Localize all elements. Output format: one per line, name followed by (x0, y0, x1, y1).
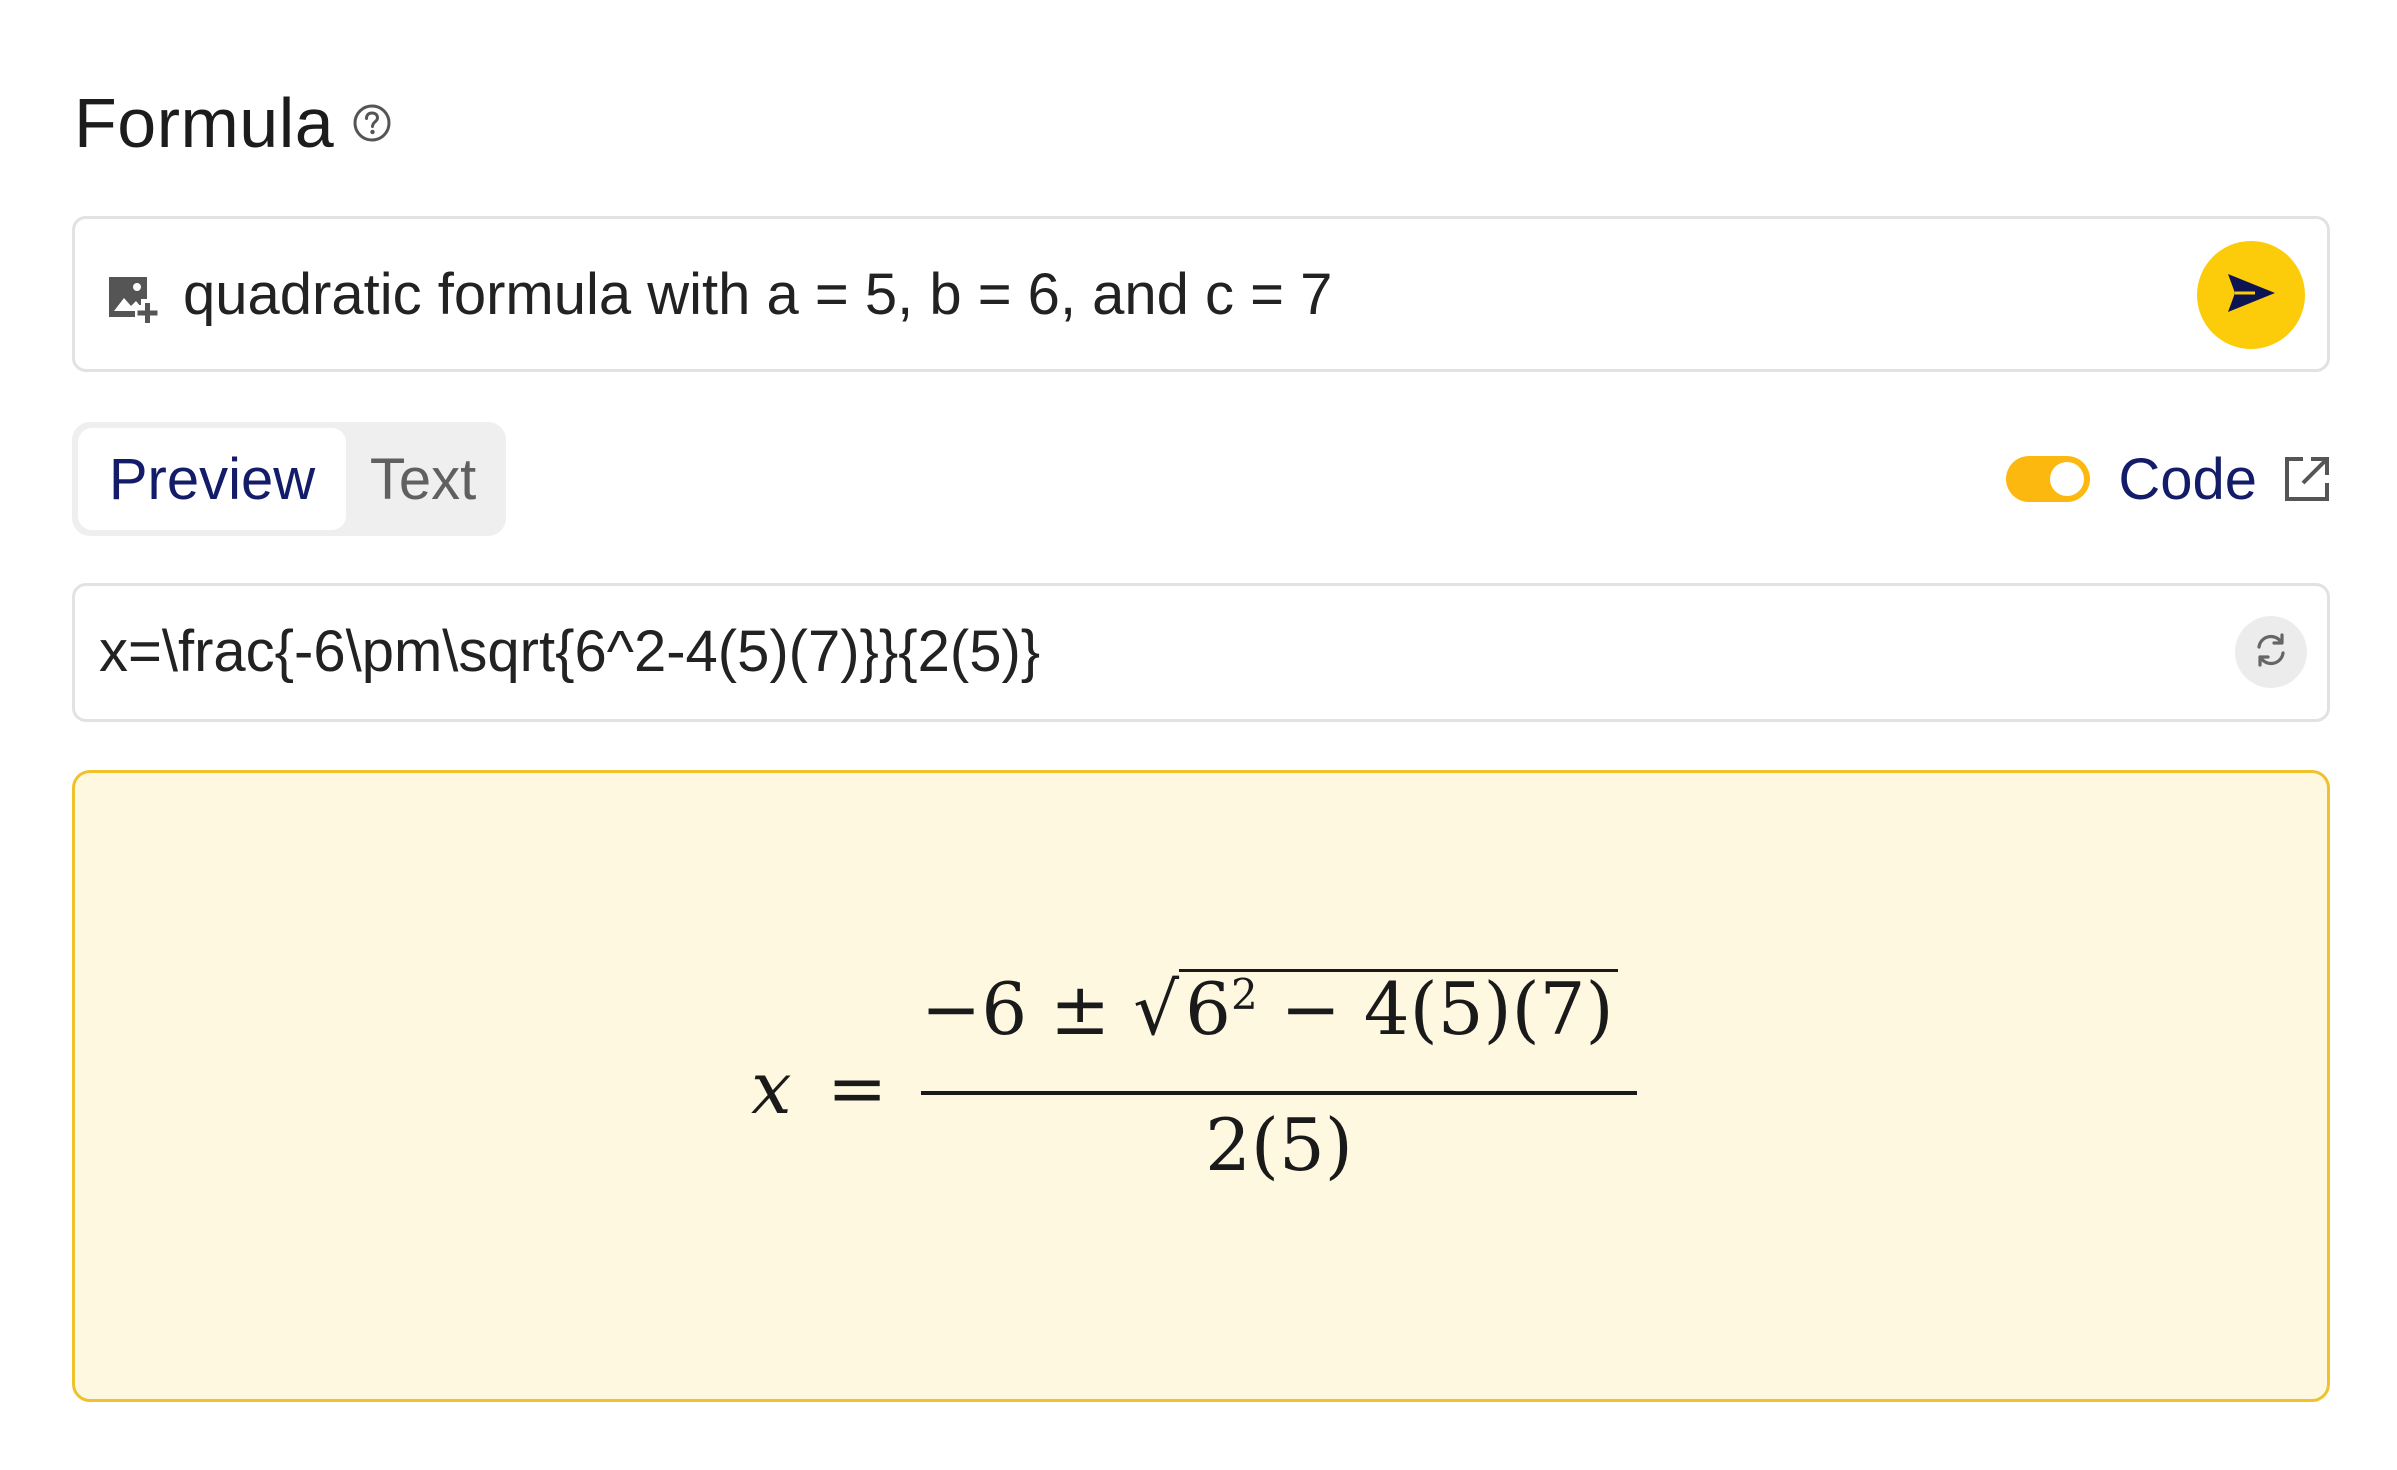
refresh-icon (2251, 630, 2291, 675)
question-circle-icon[interactable] (352, 103, 392, 143)
latex-code-field[interactable]: x=\frac{-6\pm\sqrt{6^2-4(5)(7)}}{2(5)} (72, 583, 2330, 722)
formula-numerator: −6 ± √62 − 4(5)(7) (921, 967, 1631, 1051)
formula-header: Formula (74, 78, 392, 168)
fraction-bar (921, 1091, 1637, 1095)
latex-code-text[interactable]: x=\frac{-6\pm\sqrt{6^2-4(5)(7)}}{2(5)} (99, 616, 1040, 688)
radicand: 62 − 4(5)(7) (1179, 967, 1618, 1051)
page-title: Formula (74, 84, 335, 162)
numerator-prefix: −6 ± (921, 967, 1134, 1051)
send-arrow-icon (2225, 271, 2277, 320)
view-tabs: Preview Text (72, 422, 506, 536)
prompt-input-box[interactable]: quadratic formula with a = 5, b = 6, and… (72, 216, 2330, 372)
code-toggle-group: Code (2006, 440, 2333, 518)
formula-denominator: 2(5) (1205, 1103, 1353, 1187)
tab-preview[interactable]: Preview (78, 428, 346, 530)
formula-lhs: x (751, 1046, 792, 1130)
refresh-button[interactable] (2235, 616, 2307, 688)
radicand-exponent: 2 (1230, 970, 1258, 1019)
radicand-rest: − 4(5)(7) (1257, 967, 1614, 1051)
radical-sign: √ (1133, 967, 1180, 1051)
rendered-formula: x = −6 ± √62 − 4(5)(7) 2(5) (75, 773, 2327, 1399)
code-toggle-switch[interactable] (2006, 456, 2091, 502)
formula-preview-panel: x = −6 ± √62 − 4(5)(7) 2(5) (72, 770, 2330, 1402)
radicand-base: 6 (1185, 967, 1231, 1051)
external-link-icon[interactable] (2281, 453, 2333, 505)
send-button[interactable] (2197, 241, 2305, 349)
prompt-input-text[interactable]: quadratic formula with a = 5, b = 6, and… (183, 259, 1332, 331)
tab-text[interactable]: Text (346, 428, 500, 530)
toggle-knob (2050, 462, 2085, 496)
formula-equals: = (827, 1046, 888, 1130)
add-image-icon[interactable] (105, 273, 161, 325)
code-label[interactable]: Code (2118, 446, 2257, 513)
